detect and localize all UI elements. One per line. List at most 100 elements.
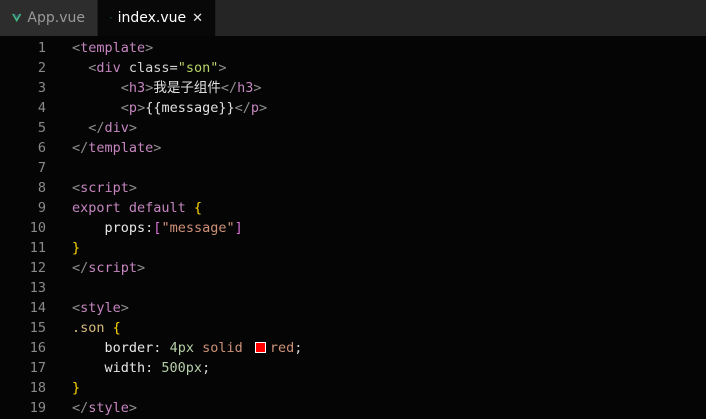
code-token: > [259, 100, 268, 116]
code-editor[interactable]: 1 <template> 2 <div class="son"> 3 <h3>我是子组… [0, 36, 706, 418]
line-number: 2 [37, 60, 46, 76]
code-content: </script> [72, 258, 145, 278]
code-token: border [104, 340, 154, 356]
line-number: 11 [29, 240, 46, 256]
code-token: template [80, 40, 146, 56]
line-number: 13 [29, 280, 46, 296]
code-token: </ [220, 80, 238, 96]
code-token: : [145, 360, 162, 376]
code-line[interactable]: 19 </style> [0, 398, 706, 418]
code-content: border: 4px solid red; [72, 338, 303, 358]
code-content: <div class="son"> [72, 58, 226, 78]
code-token: > [128, 180, 138, 196]
code-line[interactable]: 11} [0, 238, 706, 258]
code-token: < [72, 180, 81, 196]
code-content: </template> [72, 138, 161, 158]
color-swatch-icon [254, 342, 266, 353]
line-number: 16 [29, 340, 46, 356]
code-content: .son { [72, 318, 121, 338]
tab-app-vue[interactable]: App.vue [0, 0, 98, 36]
line-number: 12 [29, 260, 46, 276]
code-token: { [193, 200, 203, 216]
code-line[interactable]: 8 <script> [0, 178, 706, 198]
code-line[interactable]: 12 </script> [0, 258, 706, 278]
code-token: 4px [169, 340, 194, 356]
code-content: <template> [72, 38, 153, 58]
line-number: 8 [37, 180, 46, 196]
code-token: > [128, 400, 138, 416]
code-token: 我是子组件 [153, 80, 221, 96]
line-number: 15 [29, 320, 46, 336]
code-token: div [104, 120, 129, 136]
code-token: style [80, 300, 121, 316]
line-number: 18 [29, 380, 46, 396]
code-line[interactable]: 2 <div class="son"> [0, 58, 706, 78]
code-token: class= [120, 60, 178, 76]
code-content: width: 500px; [72, 358, 211, 378]
code-content: <style> [72, 298, 129, 318]
line-number: 7 [37, 160, 46, 176]
code-token: template [88, 140, 154, 156]
code-token: </ [88, 120, 105, 136]
code-token: ; [202, 360, 211, 376]
code-token: > [137, 260, 146, 276]
code-token: </ [72, 260, 89, 276]
code-line[interactable]: 16 border: 4px solid red; [0, 338, 706, 358]
code-line[interactable]: 13 [0, 278, 706, 298]
code-token: script [80, 180, 129, 196]
code-token: ; [294, 340, 303, 356]
code-content: } [72, 378, 80, 398]
code-token: {{message}} [145, 100, 235, 116]
code-token: p [250, 100, 260, 116]
code-token: 500px [161, 360, 203, 376]
code-line[interactable]: 17 width: 500px; [0, 358, 706, 378]
code-content: <script> [72, 178, 137, 198]
line-number: 14 [29, 300, 46, 316]
line-number: 9 [37, 200, 46, 216]
code-token: "message" [161, 220, 235, 236]
code-content: <h3>我是子组件</h3> [72, 78, 262, 98]
code-token: { [112, 320, 121, 336]
code-token: } [72, 380, 81, 396]
code-token: < [120, 100, 129, 116]
code-line[interactable]: 3 <h3>我是子组件</h3> [0, 78, 706, 98]
code-token: red [269, 340, 295, 356]
code-token: > [218, 60, 227, 76]
code-line[interactable]: 6 </template> [0, 138, 706, 158]
code-line[interactable]: 9 export default { [0, 198, 706, 218]
code-token: > [153, 140, 162, 156]
tab-bar: App.vue index.vue ✕ [0, 0, 706, 36]
code-content: <p>{{message}}</p> [72, 98, 267, 118]
tab-index-vue[interactable]: index.vue ✕ [98, 0, 216, 36]
code-token: < [120, 80, 129, 96]
code-token: ] [234, 220, 243, 236]
code-line[interactable]: 10 props:["message"] [0, 218, 706, 238]
code-line[interactable]: 18} [0, 378, 706, 398]
code-line[interactable]: 14 <style> [0, 298, 706, 318]
code-token: < [72, 300, 81, 316]
code-token: script [88, 260, 138, 276]
code-line[interactable]: 7 [0, 158, 706, 178]
code-line[interactable]: 15 .son { [0, 318, 706, 338]
line-number: 1 [37, 40, 46, 56]
line-number: 4 [37, 100, 46, 116]
code-token: p [128, 100, 138, 116]
code-token: > [145, 40, 154, 56]
line-number: 10 [29, 220, 46, 236]
code-token: > [253, 80, 262, 96]
code-token: } [72, 240, 81, 256]
code-token: "son" [177, 60, 219, 76]
code-token: > [128, 120, 138, 136]
code-line[interactable]: 4 <p>{{message}}</p> [0, 98, 706, 118]
line-number: 19 [29, 400, 46, 416]
code-line[interactable]: 5 </div> [0, 118, 706, 138]
code-token: .son [72, 320, 113, 336]
close-icon[interactable]: ✕ [192, 11, 203, 26]
code-line[interactable]: 1 <template> [0, 38, 706, 58]
